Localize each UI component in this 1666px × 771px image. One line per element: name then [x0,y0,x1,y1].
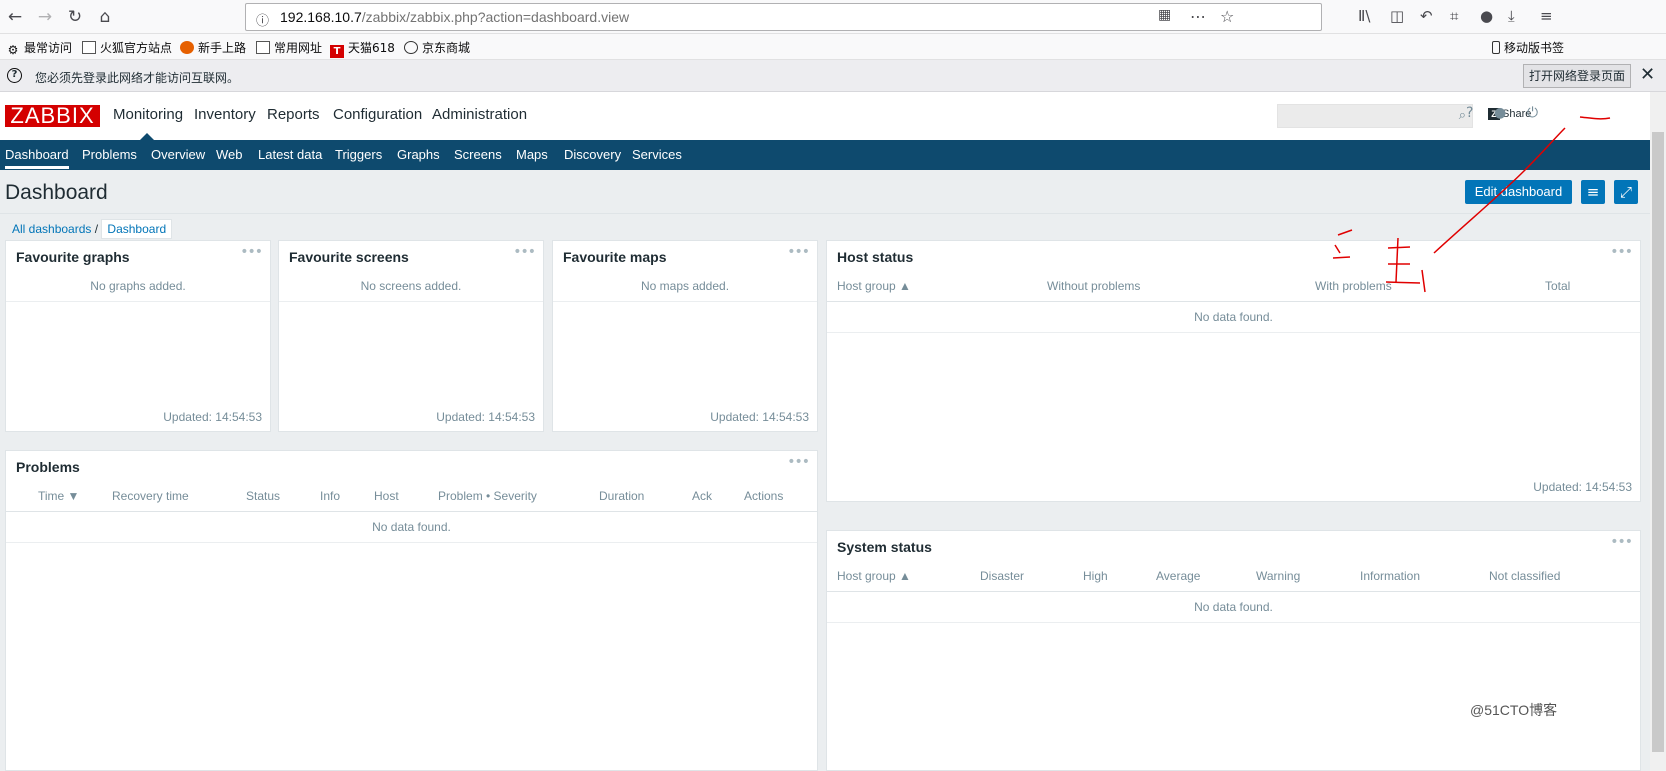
handwritten-annotation [1332,116,1611,293]
watermark: @51CTO博客 [1470,702,1558,718]
